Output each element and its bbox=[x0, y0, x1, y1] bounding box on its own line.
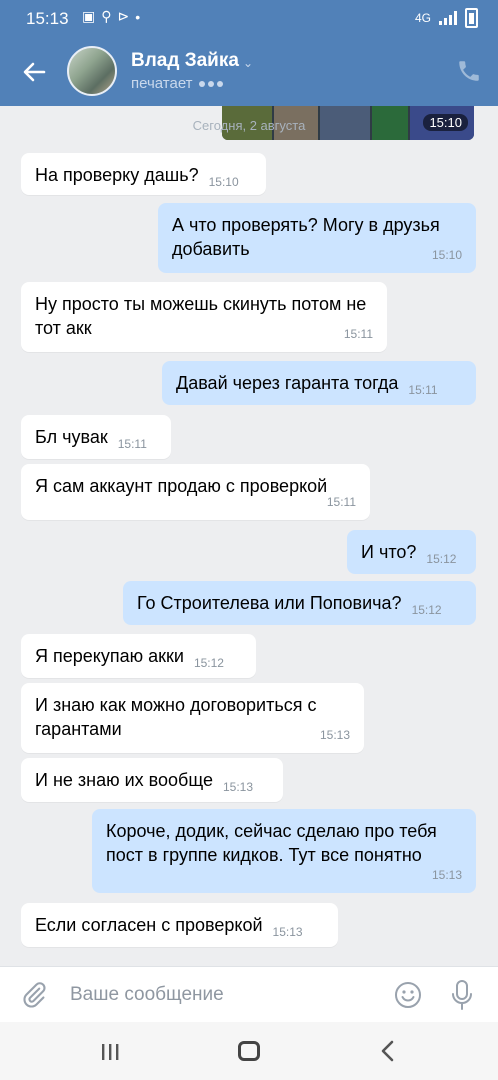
message-incoming[interactable]: Я сам аккаунт продаю с проверкой 15:11 bbox=[21, 464, 370, 520]
message-time: 15:11 bbox=[408, 383, 438, 397]
message-incoming[interactable]: Я перекупаю акки 15:12 bbox=[21, 634, 256, 678]
message-time: 15:13 bbox=[319, 728, 350, 742]
message-incoming[interactable]: Бл чувак 15:11 bbox=[21, 415, 171, 459]
message-incoming[interactable]: На проверку дашь? 15:10 bbox=[21, 153, 266, 195]
gallery-icon: ▣ bbox=[82, 8, 96, 24]
typing-dots-icon bbox=[198, 80, 223, 87]
message-outgoing[interactable]: Короче, додик, сейчас сделаю про тебя по… bbox=[92, 809, 476, 893]
message-time: 15:12 bbox=[426, 552, 457, 566]
message-time: 15:11 bbox=[343, 327, 373, 341]
vk-notification-icon: ⊳ bbox=[117, 8, 130, 24]
message-incoming[interactable]: И не знаю их вообще 15:13 bbox=[21, 758, 283, 802]
system-nav-bar bbox=[0, 1022, 498, 1080]
message-outgoing[interactable]: А что проверять? Могу в друзья добавить 1… bbox=[158, 203, 476, 273]
message-time: 15:12 bbox=[411, 603, 442, 617]
phone-icon[interactable] bbox=[456, 58, 482, 84]
signal-icon bbox=[439, 11, 457, 25]
nav-back-icon[interactable] bbox=[380, 1040, 396, 1062]
message-incoming[interactable]: Если согласен с проверкой 15:13 bbox=[21, 903, 338, 947]
home-icon[interactable] bbox=[238, 1041, 260, 1061]
message-incoming[interactable]: Ну просто ты можешь скинуть потом не тот… bbox=[21, 282, 387, 352]
message-time: 15:10 bbox=[431, 248, 462, 262]
contact-avatar[interactable] bbox=[67, 46, 117, 96]
paperclip-icon[interactable] bbox=[20, 981, 48, 1009]
message-outgoing[interactable]: И что? 15:12 bbox=[347, 530, 476, 574]
message-time: 15:10 bbox=[208, 175, 239, 189]
message-composer: Ваше сообщение bbox=[0, 966, 498, 1022]
dot-icon: • bbox=[135, 8, 141, 25]
battery-icon bbox=[465, 8, 478, 28]
message-list[interactable]: 15:10 Сегодня, 2 августа На проверку даш… bbox=[0, 106, 498, 966]
chat-header: 15:13 ▣ ⚲ ⊳ • 4G Влад Зайка ⌄ печатает bbox=[0, 0, 498, 106]
message-time: 15:13 bbox=[272, 925, 303, 939]
status-bar: 15:13 ▣ ⚲ ⊳ • 4G bbox=[0, 0, 498, 38]
contact-name[interactable]: Влад Зайка bbox=[131, 50, 239, 72]
date-separator: Сегодня, 2 августа bbox=[192, 118, 306, 133]
message-time: 15:11 bbox=[117, 437, 147, 451]
status-time: 15:13 bbox=[26, 9, 69, 28]
message-outgoing[interactable]: Го Строителева или Поповича? 15:12 bbox=[123, 581, 476, 625]
message-time: 15:12 bbox=[193, 656, 224, 670]
recent-apps-icon[interactable] bbox=[100, 1044, 120, 1060]
message-incoming[interactable]: И знаю как можно договориться с гарантам… bbox=[21, 683, 364, 753]
back-arrow-icon[interactable] bbox=[20, 58, 48, 86]
search-icon: ⚲ bbox=[101, 8, 112, 24]
message-input[interactable]: Ваше сообщение bbox=[70, 984, 224, 1006]
message-time: 15:13 bbox=[222, 780, 253, 794]
network-type: 4G bbox=[414, 11, 431, 25]
message-outgoing[interactable]: Давай через гаранта тогда 15:11 bbox=[162, 361, 476, 405]
microphone-icon[interactable] bbox=[450, 979, 474, 1011]
smile-icon[interactable] bbox=[394, 981, 422, 1009]
chevron-down-icon[interactable]: ⌄ bbox=[243, 56, 253, 70]
message-time: 15:13 bbox=[431, 868, 462, 882]
typing-status: печатает bbox=[131, 75, 223, 92]
message-time: 15:11 bbox=[326, 495, 356, 509]
